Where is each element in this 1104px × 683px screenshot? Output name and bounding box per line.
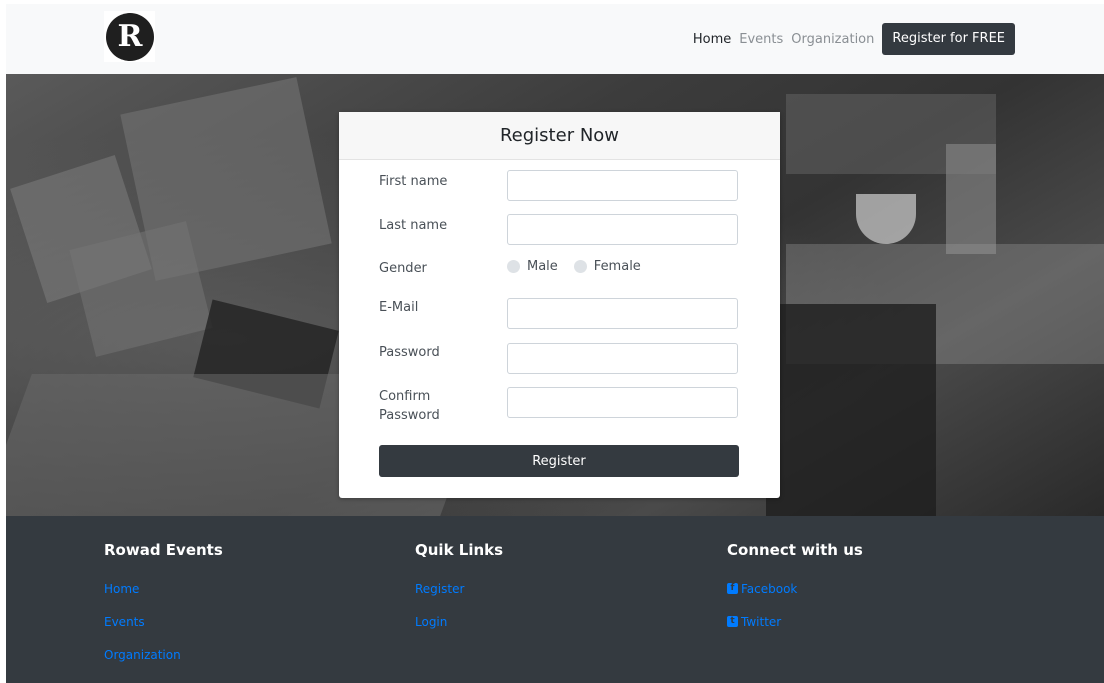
nav-organization[interactable]: Organization [787,32,878,47]
form-title: Register Now [339,112,780,160]
footer-link-login[interactable]: Login [415,605,503,638]
kettle [946,144,996,254]
main-nav: Home Events Organization Register for FR… [689,23,1015,55]
footer-link-twitter[interactable]: t Twitter [727,605,863,638]
footer-col-title: Connect with us [727,541,863,559]
footer-col-rowad-events: Rowad Events Home Events Organization [104,540,223,671]
gender-female-option[interactable]: Female [573,259,641,274]
confirm-label-line1: Confirm [379,389,431,404]
footer-col-connect: Connect with us f Facebook t Twitter [727,540,863,638]
female-radio[interactable] [573,260,587,273]
gender-label: Gender [379,261,427,276]
facebook-icon: f [727,583,738,594]
footer-link-organization[interactable]: Organization [104,638,223,671]
footer-link-events[interactable]: Events [104,605,223,638]
twitter-label: Twitter [741,614,782,629]
footer-link-facebook[interactable]: f Facebook [727,572,863,605]
password-label: Password [379,345,440,360]
logo[interactable]: R [104,11,155,62]
nav-events[interactable]: Events [735,32,787,47]
email-input[interactable] [507,298,738,329]
register-submit-button[interactable]: Register [379,445,739,477]
gender-male-option[interactable]: Male [507,259,558,274]
footer-col-title: Quik Links [415,541,504,559]
navbar: R Home Events Organization Register for … [6,4,1104,74]
footer-link-register[interactable]: Register [415,572,503,605]
female-label: Female [593,259,641,274]
office-chair [766,304,936,516]
email-label: E-Mail [379,300,419,315]
last-name-input[interactable] [507,214,738,245]
twitter-icon: t [727,616,738,627]
male-label: Male [527,259,558,274]
gender-radio-group: Male Female [507,259,651,274]
password-input[interactable] [507,343,738,374]
nav-home[interactable]: Home [689,32,735,47]
footer-col-quick-links: Quik Links Register Login [415,540,503,638]
footer-link-home[interactable]: Home [104,572,223,605]
confirm-password-label: Confirm Password [379,387,489,425]
facebook-label: Facebook [741,581,798,596]
register-free-button[interactable]: Register for FREE [882,23,1015,55]
confirm-label-line2: Password [379,408,440,423]
confirm-password-input[interactable] [507,387,738,418]
footer: Rowad Events Home Events Organization Qu… [6,516,1104,683]
register-form: Register Now First name Last name Gender… [339,112,780,498]
footer-col-title: Rowad Events [104,541,223,559]
last-name-label: Last name [379,218,448,233]
first-name-label: First name [379,174,448,189]
logo-mark: R [106,13,154,61]
first-name-input[interactable] [507,170,738,201]
male-radio[interactable] [507,260,520,273]
